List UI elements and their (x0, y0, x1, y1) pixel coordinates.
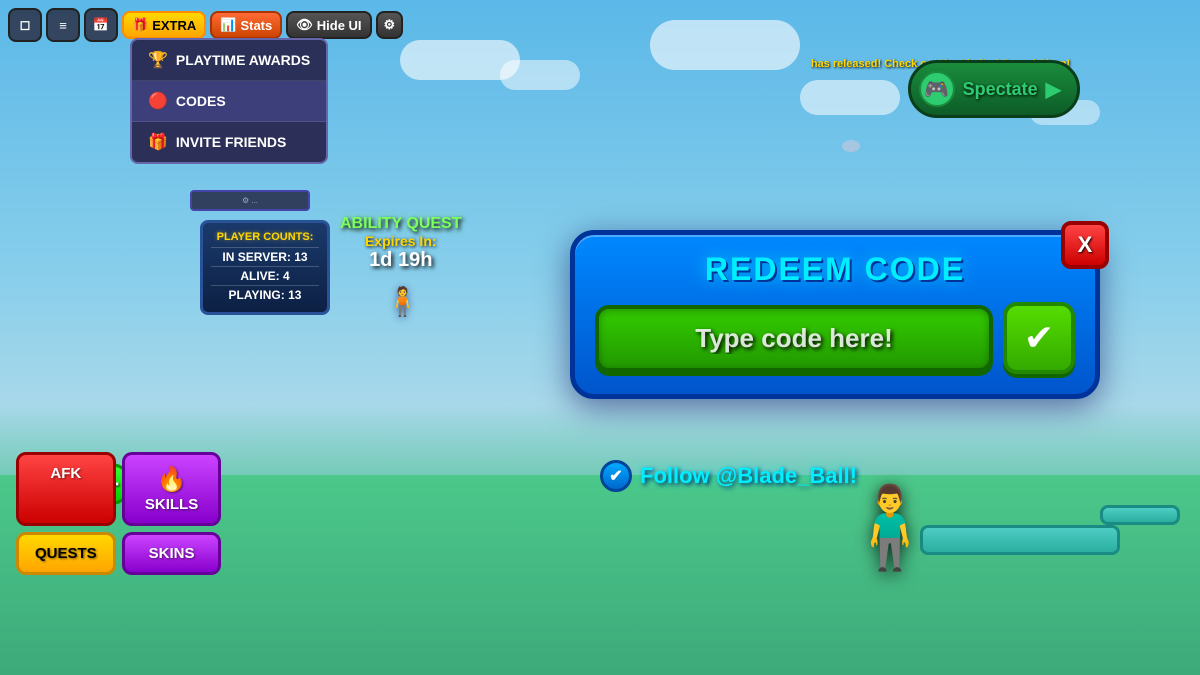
dropdown-item-invite-friends[interactable]: 🎁 INVITE FRIENDS (132, 122, 326, 162)
extra-dropdown: 🏆 PLAYTIME AWARDS 🔴 CODES 🎁 INVITE FRIEN… (130, 38, 328, 164)
spectate-text: Spectate (963, 79, 1038, 100)
ability-quest-title: ABILITY QUEST (340, 215, 462, 233)
follow-area: ✔ Follow @Blade_Ball! (600, 460, 857, 492)
eye-icon: 👁 (296, 17, 313, 33)
cloud-2 (500, 60, 580, 90)
skills-button[interactable]: 🔥 SKILLS (122, 452, 222, 526)
settings-button[interactable]: ⚙ (376, 11, 404, 39)
cloud-blob (842, 140, 860, 152)
quests-button[interactable]: QUESTS (16, 532, 116, 575)
player-character: 🧍‍♂️ (840, 481, 940, 575)
skins-button[interactable]: SKINS (122, 532, 222, 575)
playtime-icon: 🏆 (148, 50, 168, 70)
skins-label: SKINS (149, 545, 195, 562)
follow-label: Follow @Blade_Ball! (640, 463, 857, 489)
platform-1 (920, 525, 1120, 555)
redeem-code-modal: X REDEEM CODE ✔ (570, 230, 1100, 399)
follow-check-icon: ✔ (600, 460, 632, 492)
stats-label: Stats (240, 18, 272, 33)
cloud-3 (800, 80, 900, 115)
player-board-in-server: IN SERVER: 13 (211, 247, 319, 266)
redeem-modal-container: X REDEEM CODE ✔ (570, 230, 1100, 399)
sign-text: ⚙ ... (242, 196, 258, 205)
playtime-awards-label: PLAYTIME AWARDS (176, 52, 310, 68)
codes-icon: 🔴 (148, 91, 168, 111)
ability-quest-expires-label: Expires In: (340, 233, 462, 249)
invite-friends-label: INVITE FRIENDS (176, 134, 286, 150)
ability-quest-panel: ABILITY QUEST Expires In: 1d 19h (340, 215, 462, 272)
checkmark-icon: ✔ (1024, 317, 1054, 359)
mini-character: 🧍 (385, 285, 420, 318)
stats-button[interactable]: 📊 Stats (210, 11, 282, 39)
afk-button[interactable]: AFK (16, 452, 116, 526)
spectate-button[interactable]: 🎮 Spectate ▶ (908, 60, 1080, 118)
redeem-code-input[interactable] (595, 305, 993, 372)
redeem-submit-button[interactable]: ✔ (1003, 302, 1075, 374)
extra-label: EXTRA (152, 18, 196, 33)
toolbar-icon-2[interactable]: ≡ (46, 8, 80, 42)
toolbar-icon-1[interactable]: ◻ (8, 8, 42, 42)
dropdown-item-playtime-awards[interactable]: 🏆 PLAYTIME AWARDS (132, 40, 326, 81)
quests-label: QUESTS (35, 545, 97, 562)
close-icon: X (1078, 232, 1093, 258)
dropdown-item-codes[interactable]: 🔴 CODES (132, 81, 326, 122)
close-modal-button[interactable]: X (1061, 221, 1109, 269)
icon-1: ◻ (20, 17, 31, 33)
redeem-code-title: REDEEM CODE (595, 251, 1075, 288)
player-counts-board: PLAYER COUNTS: IN SERVER: 13 ALIVE: 4 PL… (200, 220, 330, 315)
ability-quest-time: 1d 19h (340, 249, 462, 272)
afk-label: AFK (50, 465, 81, 482)
spectate-arrow-icon: ▶ (1046, 77, 1061, 102)
sign-board: ⚙ ... (190, 190, 310, 211)
cloud-5 (650, 20, 800, 70)
spectate-icon: 🎮 (919, 71, 955, 107)
redeem-input-row: ✔ (595, 302, 1075, 374)
platform-2 (1100, 505, 1180, 525)
invite-icon: 🎁 (148, 132, 168, 152)
bottom-buttons: AFK 🔥 SKILLS QUESTS SKINS (16, 452, 221, 575)
stats-icon: 📊 (220, 17, 236, 33)
gear-icon: ⚙ (384, 17, 396, 33)
icon-2: ≡ (59, 18, 67, 33)
flame-icon: 🔥 (157, 465, 187, 494)
player-board-alive: ALIVE: 4 (211, 266, 319, 285)
hide-ui-button[interactable]: 👁 Hide UI (286, 11, 371, 39)
calendar-icon: 📅 (93, 17, 109, 33)
player-board-header: PLAYER COUNTS: (211, 231, 319, 243)
toolbar-calendar-btn[interactable]: 📅 (84, 8, 118, 42)
skills-label: SKILLS (145, 496, 198, 513)
extra-button[interactable]: 🎁 EXTRA (122, 11, 206, 39)
hide-ui-label: Hide UI (317, 18, 362, 33)
gift-icon: 🎁 (132, 17, 148, 33)
codes-label: CODES (176, 93, 226, 109)
toolbar: ◻ ≡ 📅 🎁 EXTRA 📊 Stats 👁 Hide UI ⚙ (8, 8, 403, 42)
player-board-playing: PLAYING: 13 (211, 285, 319, 304)
